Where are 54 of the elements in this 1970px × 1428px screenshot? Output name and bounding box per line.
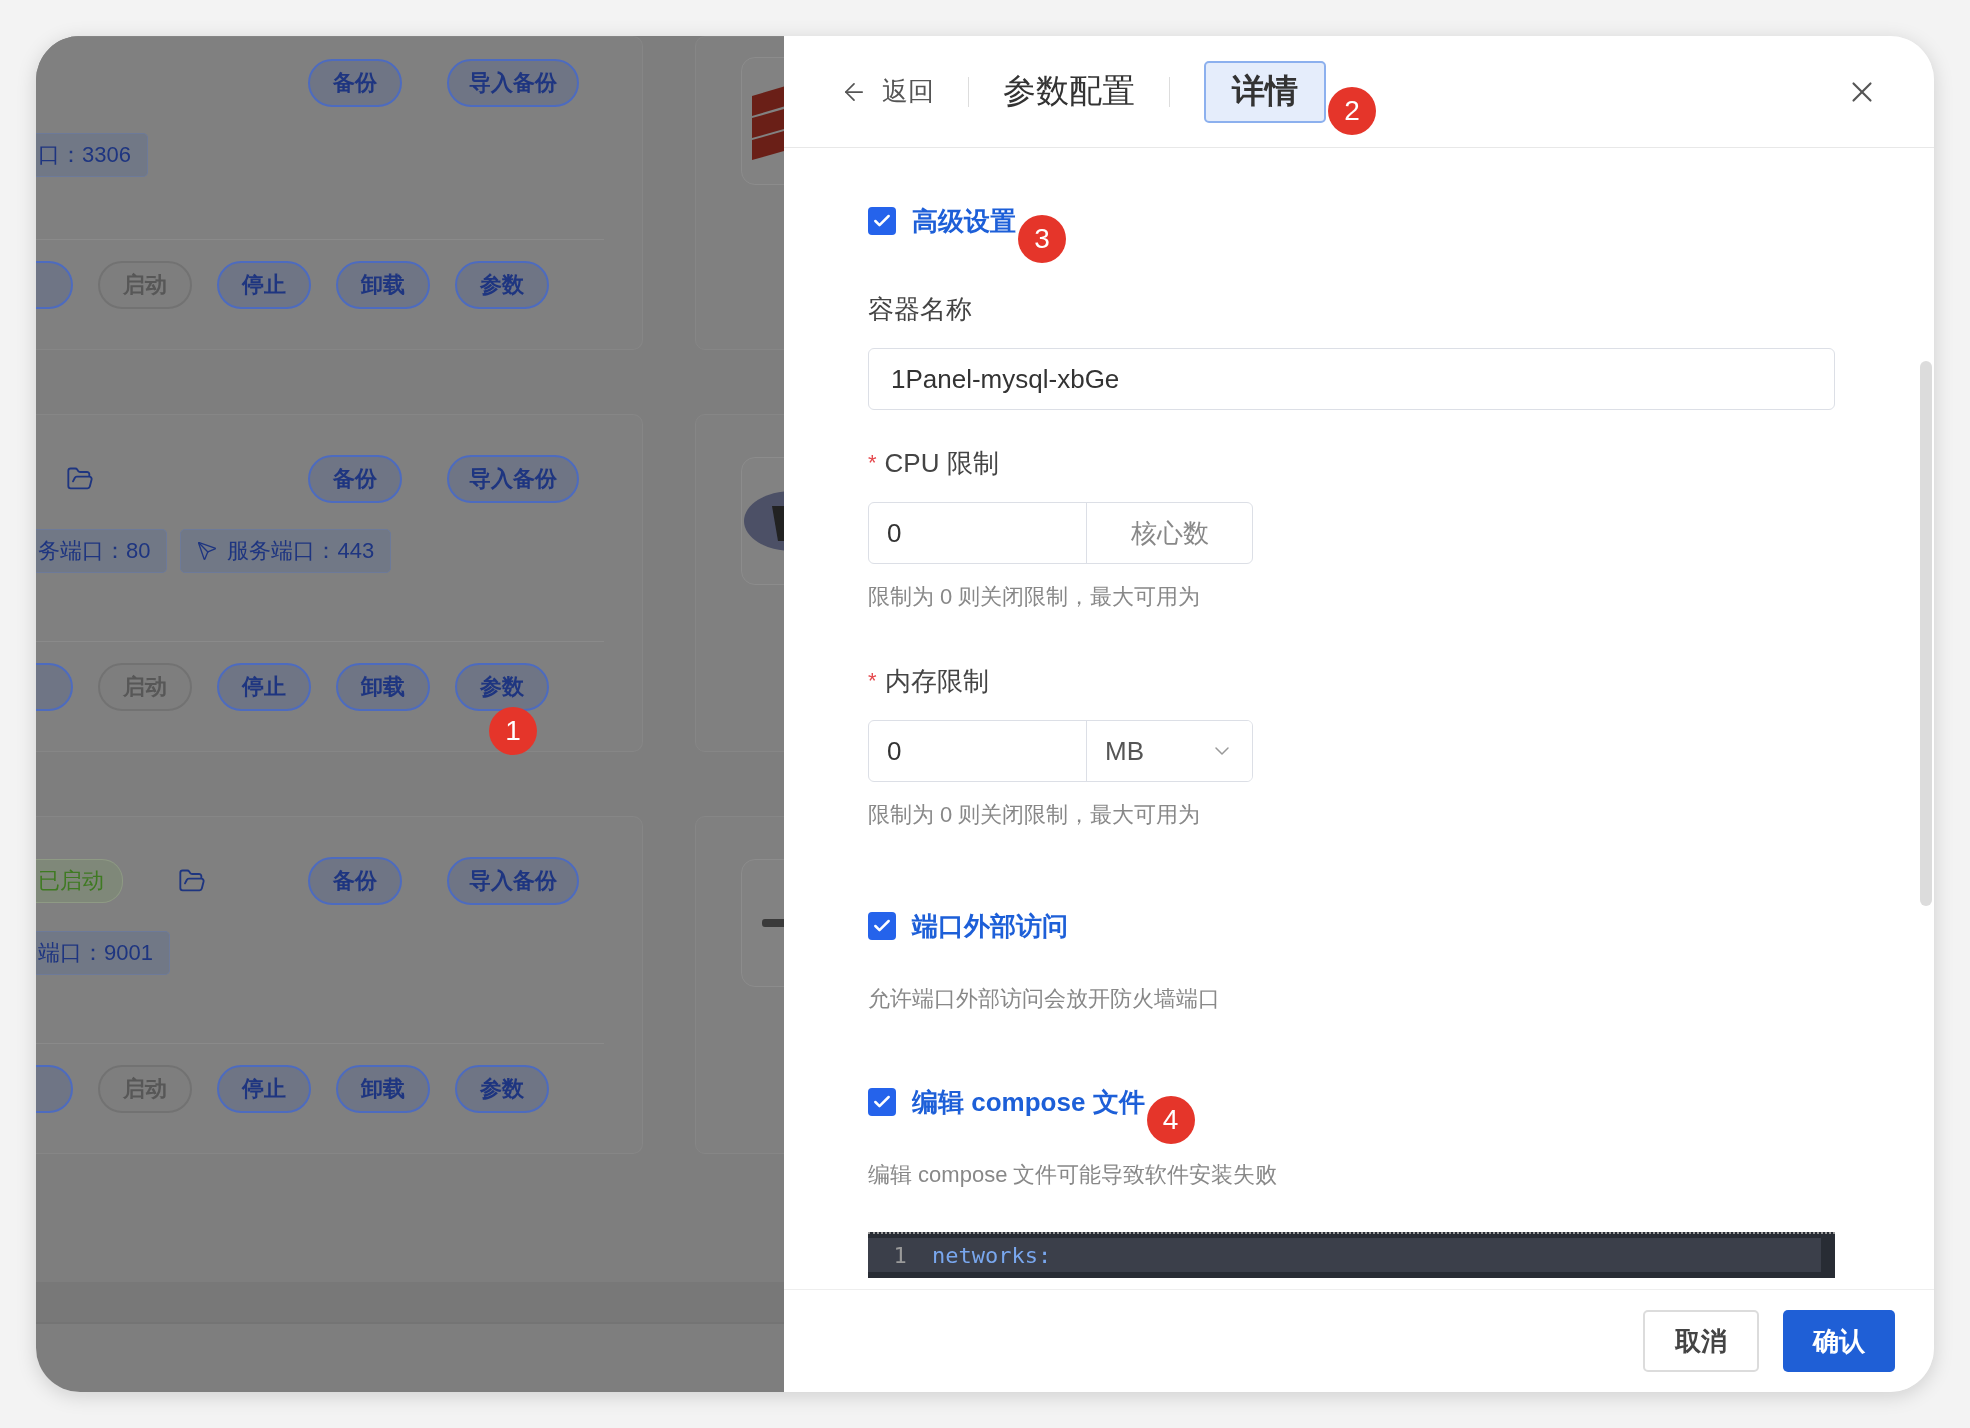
action-button[interactable]: 参数 (455, 663, 549, 711)
required-mark: * (868, 667, 877, 695)
field-label: CPU 限制 (884, 448, 999, 478)
port-text: 服务端口：443 (227, 537, 375, 565)
code-editor[interactable]: 1 networks: (868, 1232, 1835, 1278)
port-text: 务端口：80 (38, 537, 151, 565)
action-button[interactable]: 停止 (217, 261, 311, 309)
step-badge: 4 (1146, 1096, 1195, 1144)
cancel-button[interactable]: 取消 (1643, 1310, 1759, 1372)
action-button[interactable]: 停止 (217, 1065, 311, 1113)
input-field[interactable]: 1Panel-mysql-xbGe (868, 348, 1835, 410)
field-label: 内存限制 (884, 666, 989, 696)
scrollbar-thumb[interactable] (1920, 361, 1932, 906)
action-button[interactable]: 停止 (217, 663, 311, 711)
action-button[interactable]: 卸载 (336, 1065, 430, 1113)
header-tab[interactable]: 参数配置 (1003, 60, 1135, 123)
step-badge: 3 (1018, 215, 1066, 263)
status-tag: 已启动 (36, 859, 123, 903)
action-button[interactable]: 参数 (455, 261, 549, 309)
line-number: 1 (892, 1242, 908, 1268)
back-link[interactable]: 返回 (840, 74, 934, 109)
header-tab[interactable]: 详情 (1204, 60, 1326, 123)
checkbox[interactable] (868, 912, 896, 940)
hint-text: 允许端口外部访问会放开防火墙端口 (868, 986, 1221, 1012)
step-badge: 1 (489, 707, 537, 755)
card-button[interactable]: 备份 (308, 455, 402, 503)
send-icon (197, 541, 218, 561)
checkbox-label[interactable]: 高级设置 (912, 203, 1016, 239)
unit-text: 核心数 (1129, 516, 1210, 550)
card-button[interactable]: 导入备份 (447, 857, 579, 905)
card-button[interactable]: 备份 (308, 857, 402, 905)
field-label: 容器名称 (868, 294, 972, 324)
checkbox-label[interactable]: 编辑 compose 文件 (912, 1084, 1145, 1120)
checkbox-label[interactable]: 端口外部访问 (912, 908, 1068, 944)
unit-input-group[interactable]: 0 MB (868, 720, 1253, 782)
action-button[interactable]: 卸载 (336, 663, 430, 711)
port-text: 端口：9001 (38, 939, 153, 967)
hint-text: 限制为 0 则关闭限制，最大可用为 (868, 584, 1202, 610)
code-text: networks: (932, 1242, 1052, 1268)
card-button[interactable]: 备份 (308, 59, 402, 107)
unit-input-group[interactable]: 0 核心数 (868, 502, 1253, 564)
card-button[interactable]: 导入备份 (447, 455, 579, 503)
checkbox[interactable] (868, 1088, 896, 1116)
card-button[interactable]: 导入备份 (447, 59, 579, 107)
checkbox[interactable] (868, 207, 896, 235)
input-field[interactable]: 0 (869, 503, 1087, 563)
action-button[interactable]: 参数 (455, 1065, 549, 1113)
action-button[interactable]: 卸载 (336, 261, 430, 309)
hint-text: 编辑 compose 文件可能导致软件安装失败 (868, 1162, 1279, 1188)
required-mark: * (868, 449, 877, 477)
hint-text: 限制为 0 则关闭限制，最大可用为 (868, 802, 1202, 828)
step-badge: 2 (1328, 86, 1376, 135)
confirm-button[interactable]: 确认 (1783, 1310, 1895, 1372)
port-text: 口：3306 (38, 141, 131, 169)
